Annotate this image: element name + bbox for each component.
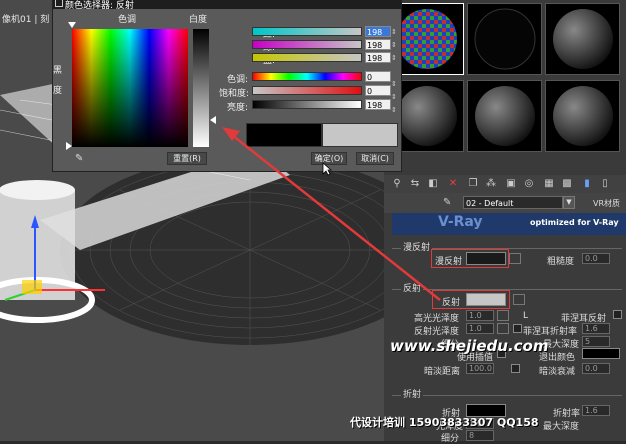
annotation-arrow bbox=[222, 127, 441, 301]
watermark: www.shejiedu.com bbox=[390, 337, 549, 355]
footer-ad: 代设计培训 15903833307 QQ158 bbox=[350, 416, 539, 429]
